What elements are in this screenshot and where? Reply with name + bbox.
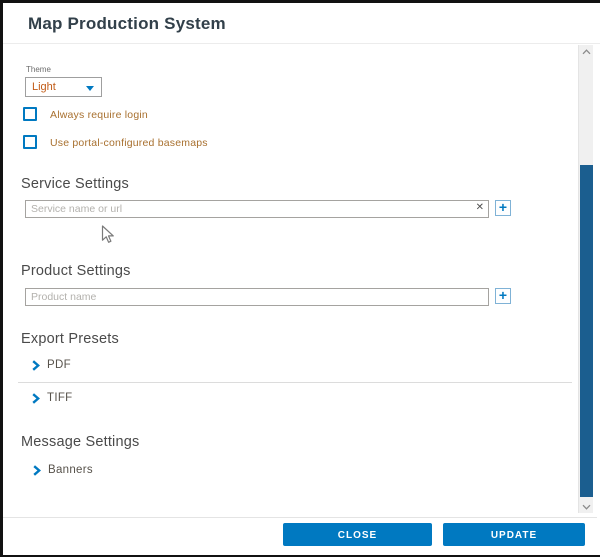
export-preset-pdf-expander[interactable]: PDF	[32, 359, 71, 371]
clear-icon[interactable]: ✕	[476, 202, 484, 214]
message-settings-heading: Message Settings	[21, 434, 139, 450]
dialog-title: Map Production System	[28, 14, 226, 34]
product-settings-heading: Product Settings	[21, 263, 131, 279]
export-preset-tiff-expander[interactable]: TIFF	[32, 392, 72, 404]
window-border-left	[0, 0, 3, 557]
chevron-right-icon	[32, 360, 40, 371]
scroll-down-icon[interactable]	[579, 500, 594, 513]
service-input-group: ✕	[25, 199, 489, 217]
chevron-right-icon	[32, 393, 40, 404]
export-preset-tiff-label: TIFF	[47, 392, 72, 404]
dialog-titlebar: Map Production System	[3, 3, 600, 44]
mouse-cursor-icon	[101, 225, 115, 250]
use-portal-basemaps-checkbox[interactable]	[23, 135, 37, 149]
update-button[interactable]: UPDATE	[443, 523, 585, 546]
close-button[interactable]: CLOSE	[283, 523, 432, 546]
scroll-up-icon[interactable]	[579, 45, 594, 58]
chevron-down-icon	[86, 86, 94, 91]
footer-divider	[3, 517, 597, 518]
product-name-input[interactable]	[25, 288, 489, 306]
add-service-button[interactable]: +	[495, 200, 511, 216]
scrollbar-thumb[interactable]	[580, 165, 593, 497]
window-border-top	[0, 0, 600, 3]
always-require-login-label: Always require login	[50, 109, 148, 121]
theme-selected-value: Light	[32, 81, 56, 93]
add-product-button[interactable]: +	[495, 288, 511, 304]
banners-label: Banners	[48, 464, 93, 476]
scrollbar[interactable]	[578, 45, 593, 513]
banners-expander[interactable]: Banners	[33, 464, 93, 476]
divider	[18, 382, 572, 383]
always-require-login-checkbox[interactable]	[23, 107, 37, 121]
use-portal-basemaps-label: Use portal-configured basemaps	[50, 137, 208, 149]
export-preset-pdf-label: PDF	[47, 359, 71, 371]
theme-dropdown[interactable]: Light	[25, 77, 102, 97]
chevron-right-icon	[33, 465, 41, 476]
theme-label: Theme	[26, 65, 51, 74]
product-input-group	[25, 287, 489, 305]
map-production-system-dialog: Map Production System Theme Light Always…	[0, 0, 600, 557]
service-name-input[interactable]	[25, 200, 489, 218]
export-presets-heading: Export Presets	[21, 331, 119, 347]
service-settings-heading: Service Settings	[21, 176, 129, 192]
